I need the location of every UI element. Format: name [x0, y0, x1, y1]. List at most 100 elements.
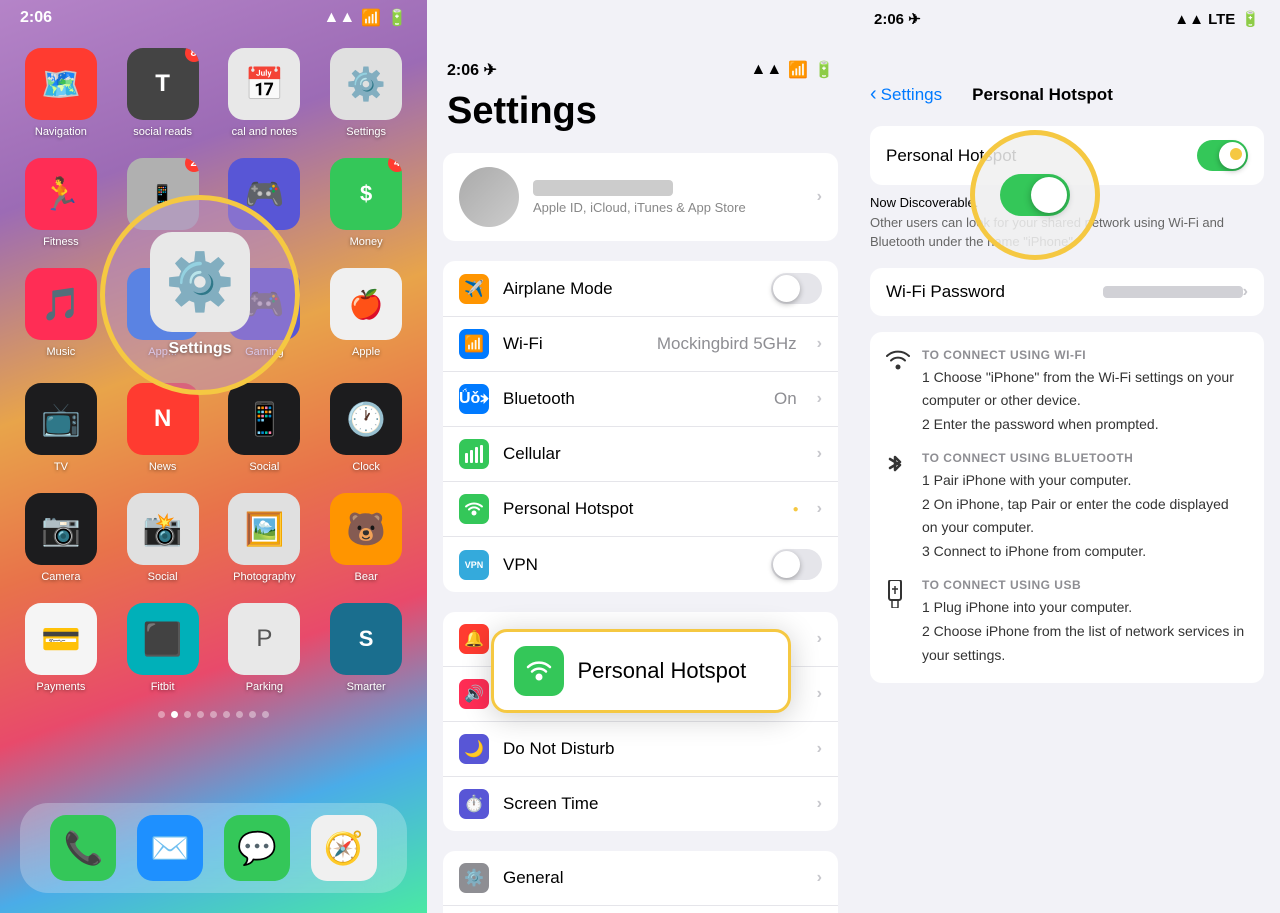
dock-icon-mail: ✉️ — [137, 815, 203, 881]
app-clock[interactable]: 🕐 Clock — [325, 383, 407, 473]
app-tv[interactable]: 📺 TV — [20, 383, 102, 473]
app-social[interactable]: 📱 Social — [224, 383, 306, 473]
app-row6: 💳 Payments ⬛ Fitbit P Parking S Smarter — [0, 603, 427, 693]
app-fitness[interactable]: 🏃 Fitness — [20, 158, 102, 248]
app-settings-grid[interactable]: ⚙️ Settings — [325, 48, 407, 138]
usb-connect-icon — [886, 580, 910, 614]
hotspot-status-right: ▲▲ LTE 🔋 — [1174, 10, 1260, 28]
app-navigation[interactable]: 🗺️ Navigation — [20, 48, 102, 138]
app-smarter[interactable]: S Smarter — [325, 603, 407, 693]
hotspot-nav: ‹ Settings Personal Hotspot — [854, 28, 1280, 116]
app-icon-money: 4 $ — [330, 158, 402, 230]
dock-phone[interactable]: 📞 — [50, 815, 116, 881]
app-parking[interactable]: P Parking — [224, 603, 306, 693]
app-icon-navigation: 🗺️ — [25, 48, 97, 120]
back-button[interactable]: ‹ Settings — [870, 83, 942, 106]
wifi-password-label: Wi-Fi Password — [886, 282, 1103, 302]
row-wifi[interactable]: 📶 Wi-Fi Mockingbird 5GHz › — [443, 317, 838, 372]
connect-bt-content: TO CONNECT USING BLUETOOTH 1 Pair iPhone… — [922, 451, 1248, 564]
app-label-fitbit: Fitbit — [151, 681, 175, 693]
app-social-reads[interactable]: T 8 social reads — [122, 48, 204, 138]
wifi-password-row[interactable]: Wi-Fi Password › — [870, 268, 1264, 316]
icon-hotspot — [459, 494, 489, 524]
hotspot-battery: 🔋 — [1241, 10, 1260, 28]
row-hotspot[interactable]: Personal Hotspot ● › — [443, 482, 838, 537]
app-photography[interactable]: 🖼️ Photography — [224, 493, 306, 583]
row-screentime[interactable]: ⏱️ Screen Time › — [443, 777, 838, 831]
label-airplane: Airplane Mode — [503, 279, 757, 299]
toggle-vpn[interactable] — [771, 549, 822, 580]
icon-donotdisturb: 🌙 — [459, 734, 489, 764]
icon-notifications: 🔔 — [459, 624, 489, 654]
icon-vpn: VPN — [459, 550, 489, 580]
app-icon-settings-grid: ⚙️ — [330, 48, 402, 120]
profile-sub: Apple ID, iCloud, iTunes & App Store — [533, 200, 803, 215]
settings-section-network: ✈️ Airplane Mode 📶 Wi-Fi Mockingbird 5GH… — [443, 261, 838, 592]
value-bluetooth: On — [774, 389, 797, 409]
settings-wifi-status: 📶 — [788, 60, 808, 80]
app-icon-fitbit: ⬛ — [127, 603, 199, 675]
chevron-bluetooth: › — [817, 390, 822, 408]
app-icon-music: 🎵 — [25, 268, 97, 340]
row-general[interactable]: ⚙️ General › — [443, 851, 838, 906]
hotspot-signal: ▲▲ LTE — [1174, 11, 1235, 28]
row-donotdisturb[interactable]: 🌙 Do Not Disturb › — [443, 722, 838, 777]
hotspot-popup-label: Personal Hotspot — [578, 658, 747, 684]
app-label-social-reads: social reads — [133, 126, 192, 138]
settings-header: 2:06 ✈ ▲▲ 📶 🔋 Settings — [427, 0, 854, 143]
app-label-cal-notes: cal and notes — [232, 126, 297, 138]
toggle-airplane[interactable] — [771, 273, 822, 304]
label-hotspot: Personal Hotspot — [503, 499, 779, 519]
wifi-icon: 📶 — [361, 8, 381, 28]
dock: 📞 ✉️ 💬 🧭 — [20, 803, 407, 893]
badge-row2-2: 2 — [185, 158, 199, 172]
connect-wifi-steps: 1 Choose "iPhone" from the Wi-Fi setting… — [922, 366, 1248, 437]
dock-icon-messages: 💬 — [224, 815, 290, 881]
app-news[interactable]: N News — [122, 383, 204, 473]
icon-bluetooth: Ǘǒ — [459, 384, 489, 414]
hotspot-detail-panel: 2:06 ✈ ▲▲ LTE 🔋 ‹ Settings Personal Hots… — [854, 0, 1280, 913]
row-vpn[interactable]: VPN VPN — [443, 537, 838, 592]
page-dot-7 — [236, 711, 243, 718]
row-cellular[interactable]: Cellular › — [443, 427, 838, 482]
app-bear[interactable]: 🐻 Bear — [325, 493, 407, 583]
label-vpn: VPN — [503, 555, 757, 575]
hotspot-popup: Personal Hotspot — [491, 629, 791, 713]
dock-safari[interactable]: 🧭 — [311, 815, 377, 881]
row-controlcenter[interactable]: 🎛️ Control Center › — [443, 906, 838, 913]
settings-highlight-label: Settings — [168, 340, 231, 358]
profile-info: Apple ID, iCloud, iTunes & App Store — [533, 180, 803, 215]
settings-status-right: ▲▲ 📶 🔋 — [750, 60, 834, 80]
app-label-tv: TV — [54, 461, 68, 473]
settings-large-icon: ⚙️ — [150, 232, 250, 332]
icon-screentime: ⏱️ — [459, 789, 489, 819]
icon-cellular — [459, 439, 489, 469]
row-airplane[interactable]: ✈️ Airplane Mode — [443, 261, 838, 317]
app-label-navigation: Navigation — [35, 126, 87, 138]
app-apple[interactable]: 🍎 Apple — [325, 268, 407, 358]
app-social2[interactable]: 📸 Social — [122, 493, 204, 583]
yellow-dot-toggle — [1230, 148, 1242, 160]
app-fitbit[interactable]: ⬛ Fitbit — [122, 603, 204, 693]
app-money[interactable]: 4 $ Money — [325, 158, 407, 248]
chevron-general: › — [817, 869, 822, 887]
connection-instructions: TO CONNECT USING WI-FI 1 Choose "iPhone"… — [870, 332, 1264, 684]
dock-mail[interactable]: ✉️ — [137, 815, 203, 881]
app-label-money: Money — [350, 236, 383, 248]
app-cal-notes[interactable]: 📅 cal and notes — [224, 48, 306, 138]
row-bluetooth[interactable]: Ǘǒ Bluetooth On › — [443, 372, 838, 427]
profile-row[interactable]: Apple ID, iCloud, iTunes & App Store › — [443, 153, 838, 241]
app-camera[interactable]: 📷 Camera — [20, 493, 102, 583]
app-music[interactable]: 🎵 Music — [20, 268, 102, 358]
app-payments[interactable]: 💳 Payments — [20, 603, 102, 693]
app-row5: 📷 Camera 📸 Social 🖼️ Photography 🐻 Bear — [0, 493, 427, 583]
chevron-screentime: › — [817, 795, 822, 813]
app-label-bear: Bear — [355, 571, 378, 583]
connect-bt-title: TO CONNECT USING BLUETOOTH — [922, 451, 1248, 465]
settings-main-title: Settings — [447, 90, 834, 133]
chevron-wifi: › — [817, 335, 822, 353]
dock-messages[interactable]: 💬 — [224, 815, 290, 881]
label-bluetooth: Bluetooth — [503, 389, 760, 409]
status-time: 2:06 — [20, 9, 52, 27]
connect-usb-content: TO CONNECT USING USB 1 Plug iPhone into … — [922, 578, 1248, 667]
